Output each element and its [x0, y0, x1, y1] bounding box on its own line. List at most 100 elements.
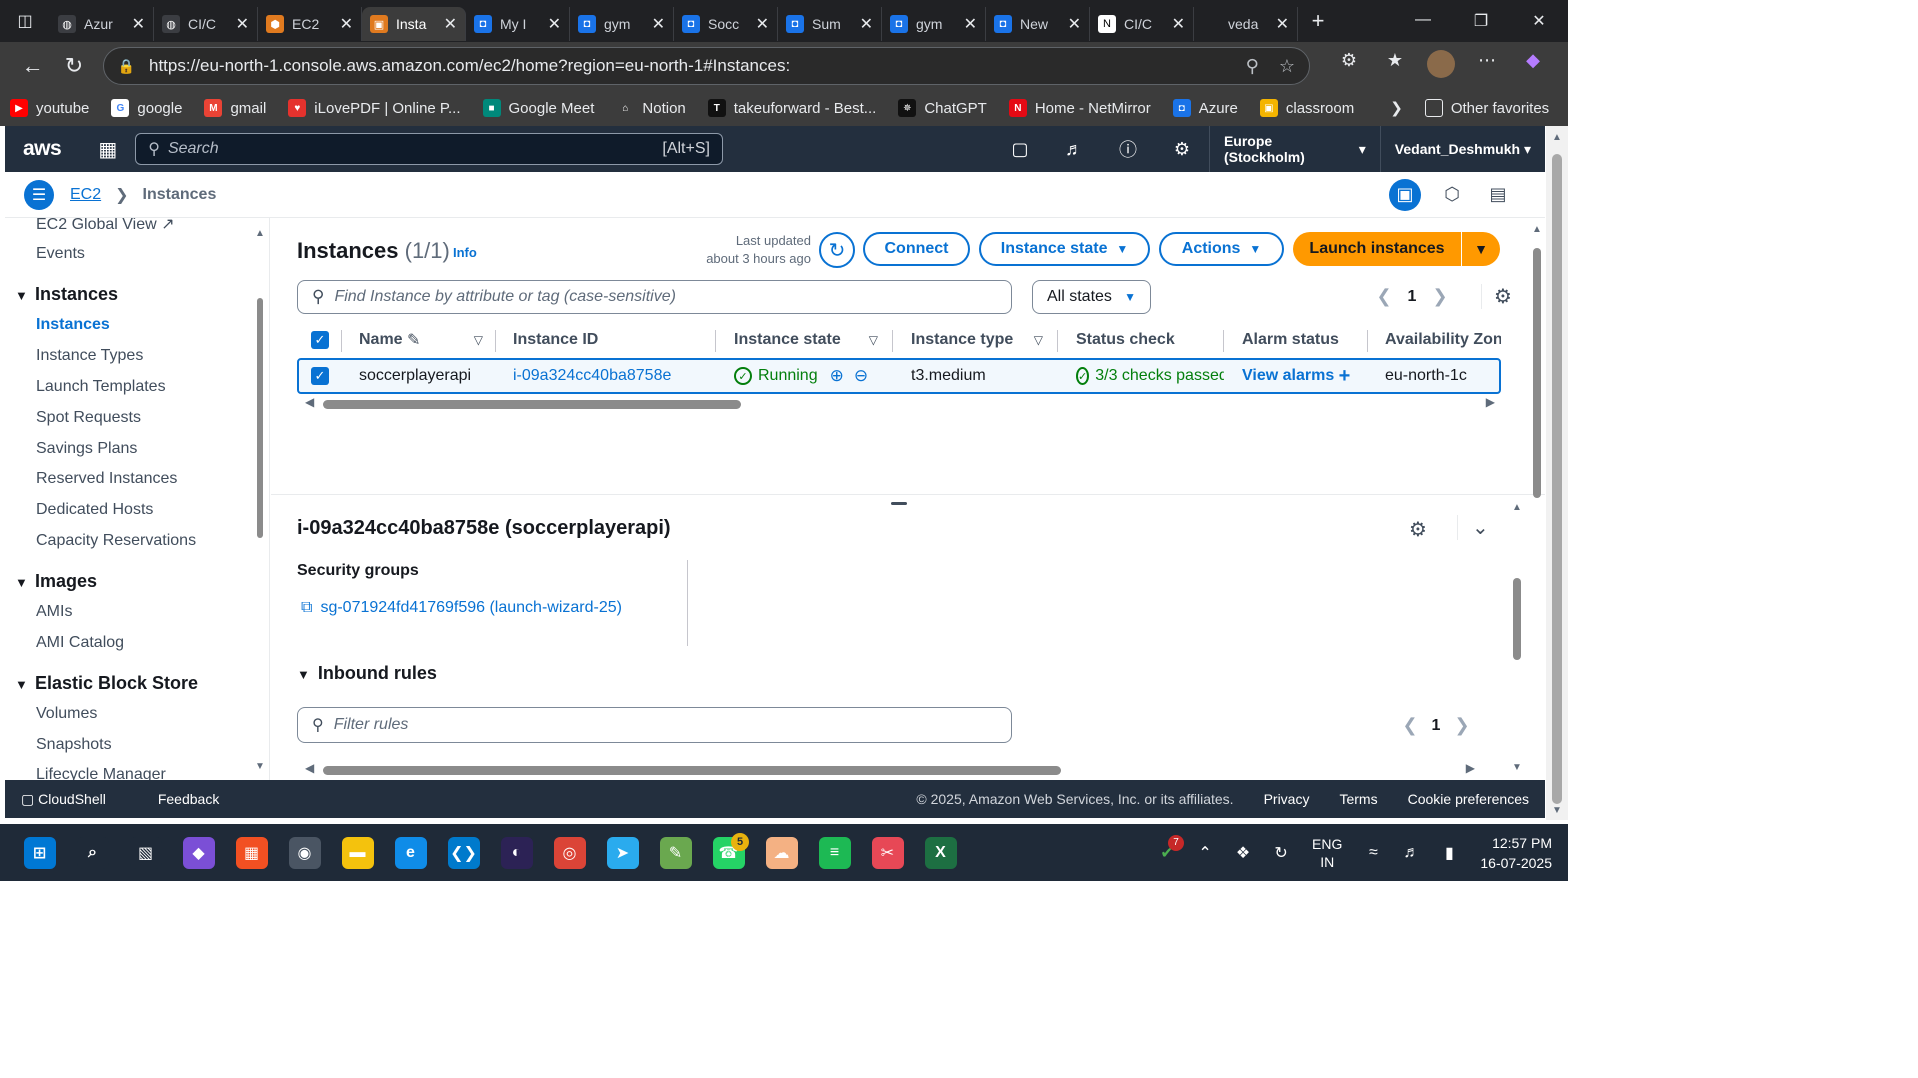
view-alarms-link[interactable]: View alarms +: [1242, 360, 1350, 392]
close-tab-icon[interactable]: ✕: [236, 14, 249, 34]
table-horizontal-scrollbar[interactable]: ◀ ▶: [305, 395, 1495, 410]
notifications-bell-icon[interactable]: ♬: [1047, 139, 1101, 160]
sidebar-item-volumes[interactable]: Volumes: [36, 705, 97, 723]
cell-instance-id[interactable]: i-09a324cc40ba8758e: [513, 360, 671, 392]
cookie-preferences-link[interactable]: Cookie preferences: [1408, 791, 1529, 807]
col-instance-type[interactable]: Instance type ▽: [911, 324, 1043, 356]
cloudshell-button[interactable]: ▢ CloudShell: [21, 791, 132, 808]
privacy-link[interactable]: Privacy: [1264, 791, 1310, 807]
task-view[interactable]: ▧: [119, 831, 172, 875]
bookmark-item[interactable]: Mgmail: [204, 99, 266, 117]
help-icon[interactable]: ⓘ: [1101, 136, 1155, 162]
instance-state-button[interactable]: Instance state ▼: [979, 232, 1150, 266]
sidebar-scrollbar[interactable]: ▲ ▼: [255, 228, 265, 772]
zoom-icon[interactable]: ⚲: [1246, 56, 1259, 77]
extensions-icon[interactable]: ⚙: [1326, 50, 1372, 83]
close-tab-icon[interactable]: ✕: [1068, 14, 1081, 34]
close-tab-icon[interactable]: ✕: [444, 14, 457, 34]
split-panel-icon[interactable]: ▣: [1389, 178, 1421, 211]
close-tab-icon[interactable]: ✕: [756, 14, 769, 34]
find-instance-input[interactable]: ⚲ Find Instance by attribute or tag (cas…: [297, 280, 1012, 314]
sidebar-section-images[interactable]: ▼ Images: [15, 571, 97, 592]
browser-tab[interactable]: ◘ gym ✕: [570, 7, 674, 41]
filter-rules-input[interactable]: ⚲ Filter rules: [297, 707, 1012, 743]
bookmark-item[interactable]: ■ Google Meet: [482, 99, 594, 117]
info-panel-icon[interactable]: ⬡: [1429, 184, 1475, 205]
sidebar-item-capacity-reservations[interactable]: Capacity Reservations: [36, 532, 196, 550]
zoom-in-icon[interactable]: ⊕: [830, 366, 844, 386]
reload-icon[interactable]: ↻: [53, 53, 94, 79]
bookmark-item[interactable]: ✵ ChatGPT: [898, 99, 987, 117]
bookmark-item[interactable]: ⌂ Notion: [616, 99, 686, 117]
detail-horizontal-scrollbar[interactable]: ◀ ▶: [305, 761, 1475, 776]
col-availability-zone[interactable]: Availability Zone: [1385, 324, 1501, 356]
col-alarm-status[interactable]: Alarm status: [1242, 324, 1339, 356]
bookmark-item[interactable]: Ttakeuforward - Best...: [707, 99, 876, 117]
eclipse-app[interactable]: ◐: [490, 831, 543, 875]
spotify-app[interactable]: ≡: [808, 831, 861, 875]
sidebar-item-launch-templates[interactable]: Launch Templates: [36, 378, 166, 396]
browser-tab[interactable]: ⬢ EC2 ✕: [258, 7, 362, 41]
more-menu-icon[interactable]: ⋯: [1464, 50, 1510, 83]
whatsapp-app[interactable]: ☎ 5: [702, 831, 755, 875]
other-favorites[interactable]: Other favorites: [1424, 99, 1549, 117]
bookmark-item[interactable]: ▣ classroom: [1259, 99, 1354, 117]
security-group-link[interactable]: ⧉ sg-071924fd41769f596 (launch-wizard-25…: [301, 599, 622, 617]
close-tab-icon[interactable]: ✕: [964, 14, 977, 34]
language-indicator[interactable]: ENG IN: [1312, 835, 1342, 871]
start-button[interactable]: ⊞: [13, 831, 66, 875]
col-name[interactable]: Name ✎ ▽: [359, 324, 483, 356]
bookmarks-overflow-icon[interactable]: ❯: [1390, 99, 1403, 117]
restore-button[interactable]: ❐: [1452, 11, 1510, 31]
close-tab-icon[interactable]: ✕: [340, 14, 353, 34]
battery-icon[interactable]: ▮: [1430, 843, 1468, 863]
region-selector[interactable]: Europe (Stockholm) ▾: [1208, 126, 1380, 172]
notepad-app[interactable]: ✎: [649, 831, 702, 875]
info-link[interactable]: Info: [453, 245, 477, 260]
chevron-up-icon[interactable]: ⌃: [1186, 843, 1224, 863]
sidebar-item-spot-requests[interactable]: Spot Requests: [36, 409, 141, 427]
next-page-icon[interactable]: ❯: [1425, 286, 1455, 307]
sidebar-item-ami-catalog[interactable]: AMI Catalog: [36, 634, 124, 652]
browser-tab[interactable]: ◍ CI/C ✕: [154, 7, 258, 41]
sidebar-item-amis[interactable]: AMIs: [36, 603, 72, 621]
favorites-icon[interactable]: ★: [1372, 50, 1418, 83]
current-page[interactable]: 1: [1425, 717, 1447, 735]
sidebar-item-instance-types[interactable]: Instance Types: [36, 347, 143, 365]
sidebar-section-ebs[interactable]: ▼ Elastic Block Store: [15, 673, 198, 694]
browser-tab[interactable]: ◍ Azur ✕: [50, 7, 154, 41]
browser-tab[interactable]: ◘ Sum ✕: [778, 7, 882, 41]
sidebar-item-reserved-instances[interactable]: Reserved Instances: [36, 470, 177, 488]
browser-tab[interactable]: ◘ My I ✕: [466, 7, 570, 41]
detail-vertical-scrollbar[interactable]: ▲ ▼: [1510, 500, 1524, 775]
chrome-app[interactable]: ◎: [543, 831, 596, 875]
detail-settings-gear-icon[interactable]: ⚙: [1409, 517, 1427, 542]
store-app[interactable]: ▦: [225, 831, 278, 875]
close-tab-icon[interactable]: ✕: [860, 14, 873, 34]
account-menu[interactable]: Vedant_Deshmukh ▾: [1379, 126, 1545, 172]
row-checkbox[interactable]: ✓: [311, 360, 329, 392]
sidebar-item-dedicated-hosts[interactable]: Dedicated Hosts: [36, 501, 153, 519]
volume-icon[interactable]: ♬: [1392, 844, 1430, 862]
settings-gear-icon[interactable]: ⚙: [1155, 139, 1209, 160]
close-tab-icon[interactable]: ✕: [132, 14, 145, 34]
edge-app[interactable]: e: [384, 831, 437, 875]
url-field[interactable]: 🔒 https://eu-north-1.console.aws.amazon.…: [102, 47, 1310, 85]
excel-app[interactable]: X: [914, 831, 967, 875]
clock[interactable]: 12:57 PM 16-07-2025: [1480, 833, 1552, 873]
tab-actions-icon[interactable]: ◫: [0, 0, 50, 42]
current-page[interactable]: 1: [1399, 288, 1425, 306]
dropbox-icon[interactable]: ❖: [1224, 843, 1262, 863]
page-vertical-scrollbar[interactable]: ▲ ▼: [1546, 126, 1568, 820]
telegram-app[interactable]: ➤: [596, 831, 649, 875]
new-tab-button[interactable]: +: [1298, 8, 1338, 34]
camera-app[interactable]: ◉: [278, 831, 331, 875]
states-filter-select[interactable]: All states ▼: [1032, 280, 1151, 314]
browser-tab[interactable]: ◘ Socc ✕: [674, 7, 778, 41]
sidebar-item-global-view[interactable]: EC2 Global View ↗: [36, 218, 175, 234]
connect-button[interactable]: Connect: [863, 232, 970, 266]
close-tab-icon[interactable]: ✕: [548, 14, 561, 34]
bookmark-item[interactable]: Ggoogle: [111, 99, 182, 117]
wifi-icon[interactable]: ≈: [1354, 844, 1392, 862]
browser-tab[interactable]: veda ✕: [1194, 7, 1298, 41]
